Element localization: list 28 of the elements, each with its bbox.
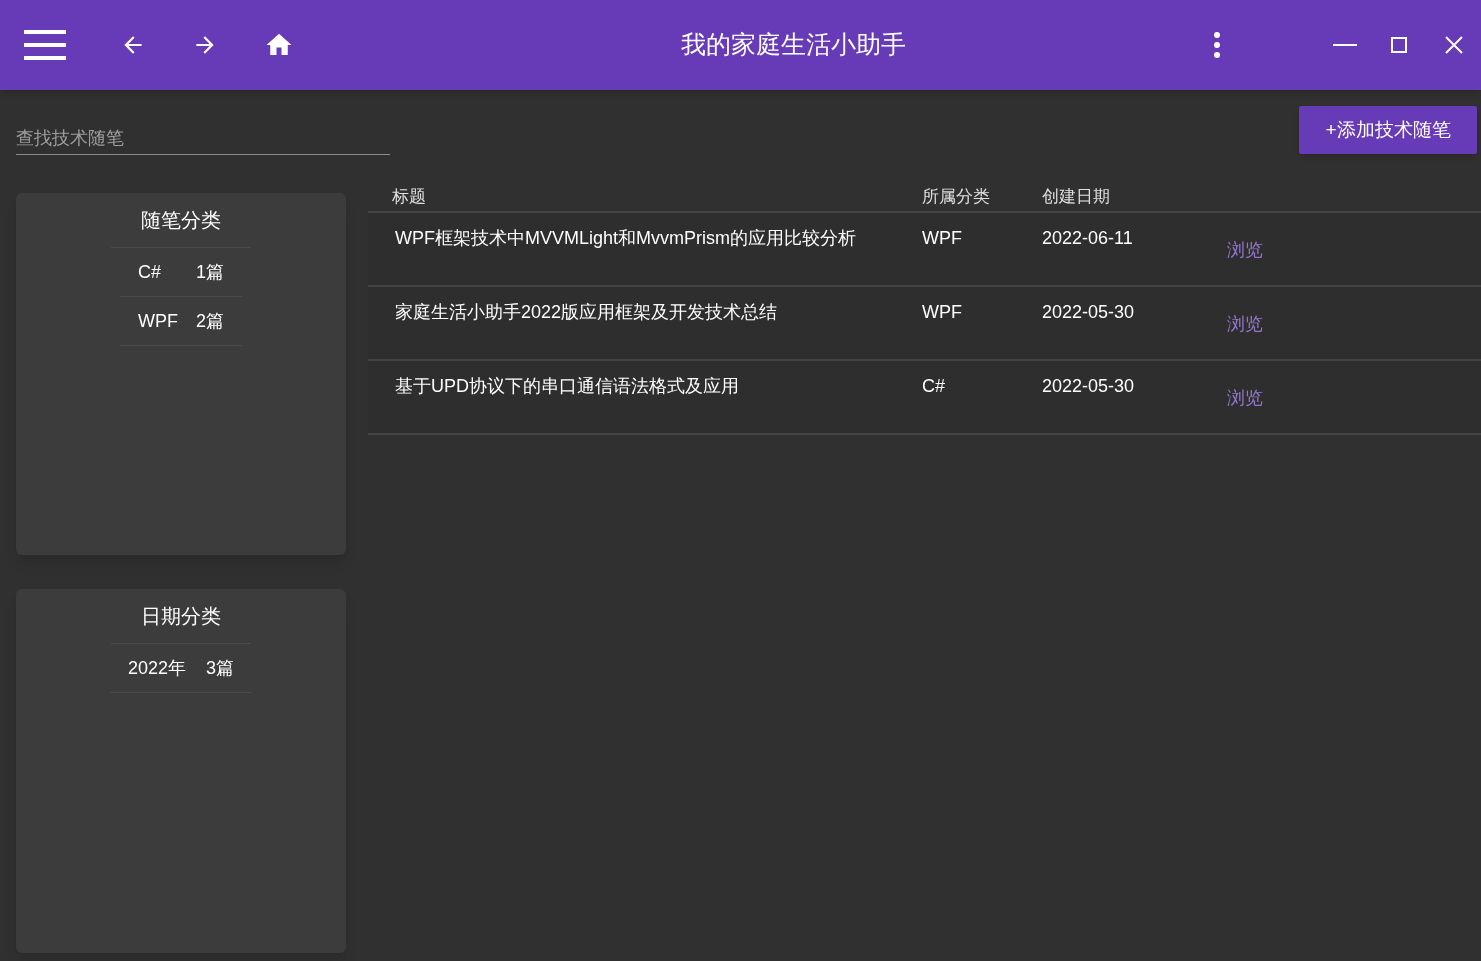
more-options-icon[interactable] [1213,31,1221,59]
search-field[interactable]: 查找技术随笔 [16,122,390,155]
table-cell-text: 2022-05-30 [1042,301,1136,324]
panel-title: 随笔分类 [141,208,221,233]
table-cell-text: 家庭生活小助手2022版应用框架及开发技术总结 [394,301,779,324]
panel-title: 日期分类 [141,604,221,629]
column-header: 标题 [391,186,427,209]
close-icon[interactable] [1445,36,1463,54]
table-cell-text: WPF框架技术中MVVMLight和MvvmPrism的应用比较分析 [394,227,857,250]
window-title: 我的家庭生活小助手 [681,29,906,61]
table-cell-text: 2022-06-11 [1042,227,1134,250]
column-header: 所属分类 [922,186,991,209]
menu-icon[interactable] [24,30,66,60]
column-header: 创建日期 [1042,186,1111,209]
table-cell-text: WPF [922,227,963,250]
browse-link[interactable]: 浏览 [1227,385,1263,412]
browse-link[interactable]: 浏览 [1227,311,1263,338]
category-item[interactable]: 2022年 3篇 [110,644,252,693]
table-cell-text: WPF [922,301,963,324]
minimize-icon[interactable] [1333,43,1357,47]
browse-link[interactable]: 浏览 [1227,237,1263,264]
category-item[interactable]: C# 1篇 [120,248,242,297]
add-note-button[interactable]: +添加技术随笔 [1299,106,1477,154]
maximize-icon[interactable] [1391,37,1407,53]
category-item[interactable]: WPF 2篇 [120,297,242,346]
table-cell-text: 2022-05-30 [1042,375,1136,398]
table-cell-text: C# [922,375,946,398]
table-cell-text: 基于UPD协议下的串口通信语法格式及应用 [394,375,740,398]
